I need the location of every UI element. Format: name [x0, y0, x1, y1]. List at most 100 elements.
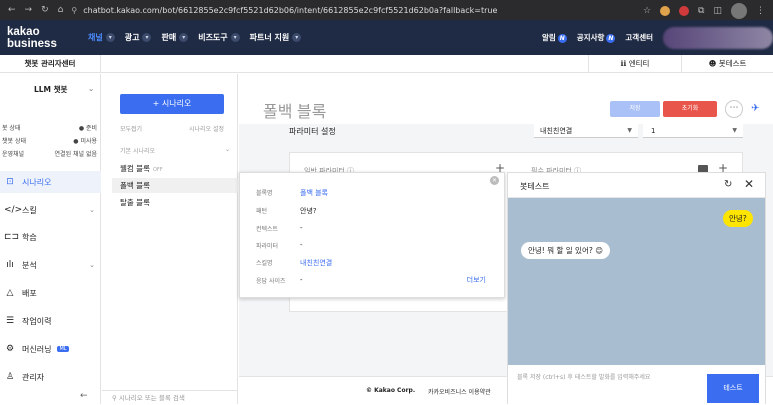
status-value: ● 미사용: [73, 138, 97, 145]
row-value: -: [300, 224, 303, 232]
select-value: 1: [651, 127, 656, 135]
forward-icon[interactable]: →: [25, 5, 33, 15]
menu-channel[interactable]: 채널 ▾: [88, 32, 115, 43]
sidebar-item-label: 학습: [22, 232, 37, 242]
sidebar-item-skill[interactable]: </> 스킬 ⌄: [0, 199, 101, 221]
chevron-down-icon: ▾: [142, 33, 152, 42]
notice-label: 공지사항: [576, 33, 605, 42]
sidebar-item-label: 머신러닝: [22, 344, 52, 354]
bot-icon: ☻: [708, 59, 719, 68]
sidebar-item-scenario[interactable]: ⊡ 시나리오: [0, 171, 101, 193]
search-icon: ⚲: [112, 394, 119, 402]
sidebar-item-learning[interactable]: ⊏⊐ 학습: [0, 226, 101, 248]
url-text[interactable]: chatbot.kakao.com/bot/6612855e2c9fcf5521…: [83, 6, 497, 15]
block-label: 폴백 블록: [120, 181, 150, 190]
sidebar-item-admin[interactable]: ♙ 관리자: [0, 366, 101, 388]
entity-tab[interactable]: ℹℹ 엔티티: [588, 55, 681, 73]
alarm-link[interactable]: 알림 N: [542, 32, 567, 43]
close-icon[interactable]: ✕: [744, 177, 754, 191]
book-icon: ⊏⊐: [4, 232, 20, 242]
block-label: 웰컴 블록: [120, 164, 150, 173]
sidebar-item-label: 배포: [22, 288, 37, 298]
skill-select[interactable]: 내친친연결 ▼: [534, 124, 638, 138]
chat-input-area: 블록 저장 (ctrl+s) 후 테스트할 발화를 입력해주세요 테스트: [508, 365, 765, 405]
menu-sales[interactable]: 판매 ▾: [161, 32, 189, 43]
menu-label: 비즈도구: [198, 33, 228, 42]
block-info-popup: ✕ 블록명 폴백 블록 패턴 안녕? 컨텍스트 - 파라미터 - 스킬명 내친친연결 응답…: [239, 172, 505, 298]
browser-menu-icon[interactable]: ⋮: [756, 6, 765, 16]
reset-button[interactable]: 초기화: [663, 101, 717, 117]
home-icon[interactable]: ⌂: [58, 5, 64, 15]
back-icon[interactable]: ←: [8, 5, 16, 15]
row-value-link[interactable]: 폴백 블록: [300, 188, 328, 198]
notice-link[interactable]: 공지사항 N: [577, 32, 616, 43]
top-menu: 채널 ▾ 광고 ▾ 판매 ▾ 비즈도구 ▾ 파트너 지원 ▾: [88, 32, 302, 43]
chevron-down-icon: ▾: [179, 33, 189, 42]
account-avatar[interactable]: [663, 26, 773, 49]
section-label: 기본 시나리오: [120, 148, 156, 155]
entity-label: 엔티티: [628, 59, 650, 68]
row-key: 블록명: [256, 190, 273, 197]
count-select[interactable]: 1 ▼: [643, 124, 743, 138]
collapse-sidebar-icon[interactable]: ←: [80, 391, 88, 401]
scenario-settings-link[interactable]: 시나리오 설정: [189, 124, 224, 133]
more-link[interactable]: 더보기: [467, 275, 486, 285]
off-tag: OFF: [152, 167, 163, 173]
page-title: 챗봇 관리자센터: [0, 55, 101, 73]
menu-label: 광고: [124, 33, 140, 42]
scenario-links: 모두접기 시나리오 설정: [120, 124, 224, 133]
collapse-all-link[interactable]: 모두접기: [120, 124, 142, 133]
sidepanel-icon[interactable]: ◫: [713, 6, 722, 16]
menu-partner[interactable]: 파트너 지원 ▾: [250, 32, 302, 43]
sidebar-item-history[interactable]: ☰ 작업이력: [0, 310, 101, 332]
block-title[interactable]: 폴백 블록: [263, 98, 326, 122]
row-value-link[interactable]: 내친친연결: [300, 258, 332, 268]
rocket-icon[interactable]: ✈: [751, 103, 759, 114]
menu-bizdtools[interactable]: 비즈도구 ▾: [198, 32, 240, 43]
add-scenario-button[interactable]: + 시나리오: [120, 94, 224, 114]
deploy-icon: △: [6, 288, 14, 298]
more-options-icon[interactable]: ⋯: [725, 100, 743, 118]
extensions-puzzle-icon[interactable]: ⧉: [698, 6, 704, 16]
bot-name: LLM 챗봇: [34, 85, 68, 94]
refresh-icon[interactable]: ↻: [724, 179, 732, 190]
popup-row: 응답 사이즈 -: [256, 276, 496, 285]
chat-input[interactable]: 블록 저장 (ctrl+s) 후 테스트할 발화를 입력해주세요: [517, 372, 650, 381]
menu-label: 파트너 지원: [249, 33, 290, 42]
block-item-welcome[interactable]: 웰컴 블록 OFF: [112, 161, 238, 176]
test-send-button[interactable]: 테스트: [707, 374, 759, 403]
chat-area: 안녕? 안녕! 뭐 할 일 있어? 😊: [508, 198, 765, 365]
customer-center-link[interactable]: 고객센터: [625, 32, 653, 43]
extension-icon[interactable]: [660, 6, 671, 16]
block-item-escape[interactable]: 탈출 블록: [112, 195, 238, 210]
block-item-fallback[interactable]: 폴백 블록: [112, 178, 238, 193]
chart-icon: ılı: [6, 260, 14, 270]
brand-logo[interactable]: kakao business: [0, 26, 88, 50]
scenario-section-header[interactable]: 기본 시나리오 ⌄: [120, 146, 230, 155]
new-badge: N: [606, 34, 616, 43]
extension-shield-icon[interactable]: [679, 6, 690, 16]
entity-icon: ℹℹ: [620, 59, 629, 68]
menu-ads[interactable]: 광고 ▾: [125, 32, 152, 43]
history-icon: ☰: [5, 316, 15, 326]
user-message-bubble: 안녕?: [723, 210, 753, 227]
chevron-down-icon: ▾: [105, 33, 115, 42]
bot-status-row: 봇 상태 ● 준비: [2, 123, 97, 132]
scenario-search[interactable]: ⚲ 시나리오 또는 블록 검색: [102, 390, 238, 404]
profile-avatar[interactable]: [731, 3, 747, 19]
footer-copyright: © Kakao Corp.: [366, 387, 416, 394]
sidebar-item-ml[interactable]: ⚙ 머신러닝 ML: [0, 338, 101, 360]
bookmark-star-icon[interactable]: ☆: [643, 6, 651, 16]
footer-terms-link[interactable]: 카카오비즈니스 이용약관: [428, 387, 491, 396]
save-button[interactable]: 저장: [610, 101, 660, 117]
address-bar[interactable]: ⚲ chatbot.kakao.com/bot/6612855e2c9fcf55…: [71, 3, 497, 17]
site-info-icon[interactable]: ⚲: [71, 6, 77, 15]
reload-icon[interactable]: ↻: [41, 5, 49, 15]
bot-message-bubble: 안녕! 뭐 할 일 있어? 😊: [521, 242, 611, 259]
sidebar-item-analytics[interactable]: ılı 분석 ⌄: [0, 254, 101, 276]
bot-test-tab[interactable]: ☻ 봇테스트: [681, 55, 773, 73]
bot-selector[interactable]: LLM 챗봇 ⌄: [0, 84, 101, 95]
sidebar-item-deploy[interactable]: △ 배포: [0, 282, 101, 304]
status-value: 연결된 채널 없음: [54, 151, 97, 158]
close-icon[interactable]: ✕: [490, 176, 499, 185]
